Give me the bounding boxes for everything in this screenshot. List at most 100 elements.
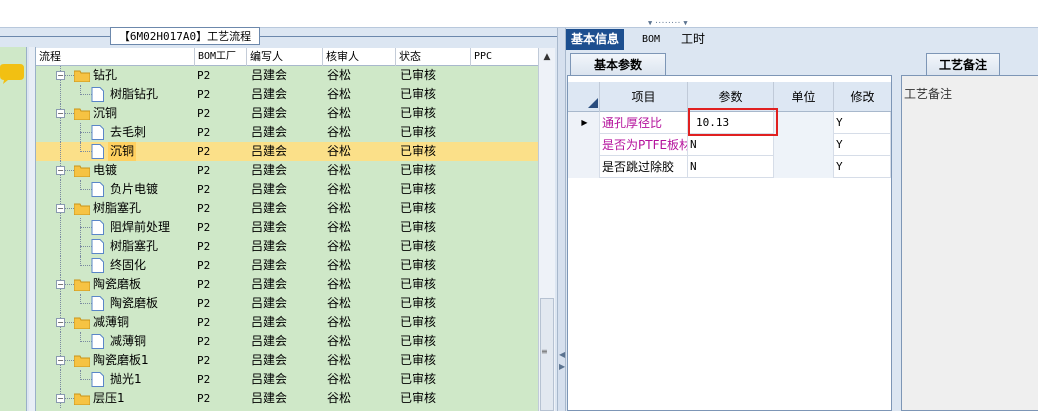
status-cell: 已审核 — [400, 182, 437, 196]
expand-minus-icon[interactable]: − — [56, 204, 65, 213]
tree-step-row[interactable]: 树脂钻孔 P2 吕建会 谷松 已审核 — [36, 85, 538, 104]
param-row[interactable]: 是否跳过除胶 N Y — [568, 156, 891, 178]
tree-folder-row[interactable]: − 沉铜 P2 吕建会 谷松 已审核 — [36, 104, 538, 123]
chat-bubble-icon[interactable] — [0, 64, 24, 84]
expand-minus-icon[interactable]: − — [56, 356, 65, 365]
subtab-basic-params[interactable]: 基本参数 — [570, 53, 666, 75]
tree-step-row[interactable]: 减薄铜 P2 吕建会 谷松 已审核 — [36, 332, 538, 351]
tree-step-row[interactable]: 负片电镀 P2 吕建会 谷松 已审核 — [36, 180, 538, 199]
row-indicator[interactable] — [568, 156, 600, 178]
horizontal-splitter-handle[interactable]: ▼ ········ ▼ — [648, 20, 712, 27]
tree-node-label: 去毛刺 — [110, 125, 147, 139]
param-value-cell[interactable]: N — [688, 134, 774, 156]
col-header-reviewer[interactable]: 核审人 — [323, 48, 396, 66]
subtab-process-remark[interactable]: 工艺备注 — [926, 53, 1000, 75]
writer-cell: 吕建会 — [251, 353, 288, 367]
writer-cell: 吕建会 — [251, 106, 288, 120]
tree-step-row[interactable]: 抛光1 P2 吕建会 谷松 已审核 — [36, 370, 538, 389]
expand-minus-icon[interactable]: − — [56, 71, 65, 80]
writer-cell: 吕建会 — [251, 258, 288, 272]
col-header-flow[interactable]: 流程 — [36, 48, 195, 66]
tree-step-row[interactable]: 终固化 P2 吕建会 谷松 已审核 — [36, 256, 538, 275]
folder-icon — [73, 355, 91, 368]
tab-basic-info[interactable]: 基本信息 — [566, 29, 625, 50]
status-cell: 已审核 — [400, 201, 437, 215]
param-modify-cell[interactable]: Y — [834, 112, 891, 134]
param-row[interactable]: 是否为PTFE板材 N Y — [568, 134, 891, 156]
tree-folder-row[interactable]: − 树脂塞孔 P2 吕建会 谷松 已审核 — [36, 199, 538, 218]
row-indicator-header — [568, 82, 600, 112]
col-header-writer[interactable]: 编写人 — [247, 48, 323, 66]
document-icon — [91, 125, 104, 140]
row-pointer-icon[interactable]: ▶ — [568, 112, 600, 134]
tree-folder-row[interactable]: − 电镀 P2 吕建会 谷松 已审核 — [36, 161, 538, 180]
writer-cell: 吕建会 — [251, 87, 288, 101]
select-all-corner-icon[interactable] — [588, 98, 598, 108]
tree-connector-line — [60, 294, 61, 313]
row-indicator[interactable] — [568, 134, 600, 156]
scrollbar-grip-icon: ≡ — [541, 347, 548, 356]
highlight-box — [688, 108, 778, 136]
tree-step-row[interactable]: 沉铜 P2 吕建会 谷松 已审核 — [36, 142, 538, 161]
writer-cell: 吕建会 — [251, 391, 288, 405]
expand-minus-icon[interactable]: − — [56, 166, 65, 175]
tree-node-label: 电镀 — [93, 163, 118, 177]
status-cell: 已审核 — [400, 220, 437, 234]
reviewer-cell: 谷松 — [327, 201, 352, 215]
tree-node-label: 减薄铜 — [93, 315, 130, 329]
right-splitter[interactable] — [892, 75, 901, 411]
expand-minus-icon[interactable]: − — [56, 318, 65, 327]
folder-icon — [73, 279, 91, 292]
tree-folder-row[interactable]: − 钻孔 P2 吕建会 谷松 已审核 — [36, 66, 538, 85]
status-cell: 已审核 — [400, 68, 437, 82]
col-header-ppc[interactable]: PPC — [471, 48, 538, 66]
reviewer-cell: 谷松 — [327, 68, 352, 82]
flow-tree-grid[interactable]: − 钻孔 P2 吕建会 谷松 已审核 树脂钻孔 P2 吕建会 谷松 已审核 − 沉铜 P2 吕建会 谷松 已审核… — [36, 48, 538, 411]
param-col-unit[interactable]: 单位 — [774, 82, 834, 112]
param-col-modify[interactable]: 修改 — [834, 82, 891, 112]
reviewer-cell: 谷松 — [327, 106, 352, 120]
splitter-arrow-icon[interactable]: ◀ — [559, 350, 565, 359]
reviewer-cell: 谷松 — [327, 391, 352, 405]
param-modify-cell[interactable]: Y — [834, 134, 891, 156]
tree-node-label: 陶瓷磨板 — [110, 296, 159, 310]
param-modify-cell[interactable]: Y — [834, 156, 891, 178]
expand-minus-icon[interactable]: − — [56, 394, 65, 403]
tree-folder-row[interactable]: − 陶瓷磨板1 P2 吕建会 谷松 已审核 — [36, 351, 538, 370]
tree-step-row[interactable]: 去毛刺 P2 吕建会 谷松 已审核 — [36, 123, 538, 142]
writer-cell: 吕建会 — [251, 239, 288, 253]
col-header-bom-factory[interactable]: BOM工厂 — [195, 48, 247, 66]
writer-cell: 吕建会 — [251, 68, 288, 82]
tab-work-hours[interactable]: 工时 — [676, 29, 710, 50]
writer-cell: 吕建会 — [251, 201, 288, 215]
right-tab-bar: 基本信息 BOM 工时 — [566, 28, 1038, 50]
tree-node-label: 沉铜 — [93, 106, 118, 120]
param-unit-cell[interactable] — [774, 156, 834, 178]
bom-factory-cell: P2 — [197, 221, 211, 234]
tree-connector-line — [60, 123, 61, 142]
param-unit-cell[interactable] — [774, 112, 834, 134]
scroll-up-icon[interactable]: ▲ — [539, 48, 555, 65]
param-col-item[interactable]: 项目 — [600, 82, 688, 112]
expand-minus-icon[interactable]: − — [56, 280, 65, 289]
flow-grid-header: 流程 BOM工厂 编写人 核审人 状态 PPC — [36, 48, 538, 66]
tree-folder-row[interactable]: − 减薄铜 P2 吕建会 谷松 已审核 — [36, 313, 538, 332]
splitter-arrow-icon[interactable]: ▶ — [559, 362, 565, 371]
param-unit-cell[interactable] — [774, 134, 834, 156]
param-value-cell[interactable]: N — [688, 156, 774, 178]
col-header-status[interactable]: 状态 — [396, 48, 471, 66]
remark-panel[interactable]: 工艺备注 — [901, 75, 1038, 411]
tree-step-row[interactable]: 树脂塞孔 P2 吕建会 谷松 已审核 — [36, 237, 538, 256]
tab-bom[interactable]: BOM — [637, 29, 665, 50]
top-blank-area — [0, 0, 1038, 28]
tree-folder-row[interactable]: − 层压1 P2 吕建会 谷松 已审核 — [36, 389, 538, 408]
tree-step-row[interactable]: 阻焊前处理 P2 吕建会 谷松 已审核 — [36, 218, 538, 237]
expand-minus-icon[interactable]: − — [56, 109, 65, 118]
vertical-splitter[interactable]: ◀ ▶ — [557, 28, 566, 411]
flow-vertical-scrollbar[interactable]: ▲ ≡ — [538, 48, 555, 411]
document-icon — [91, 239, 104, 254]
tree-folder-row[interactable]: − 陶瓷磨板 P2 吕建会 谷松 已审核 — [36, 275, 538, 294]
tree-node-label: 负片电镀 — [110, 182, 159, 196]
tree-step-row[interactable]: 陶瓷磨板 P2 吕建会 谷松 已审核 — [36, 294, 538, 313]
tree-node-label: 陶瓷磨板 — [93, 277, 142, 291]
